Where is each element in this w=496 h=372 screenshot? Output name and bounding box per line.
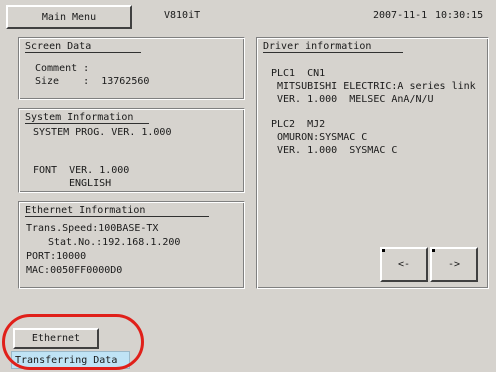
prev-page-label: <- — [397, 259, 411, 270]
driver-information-panel: Driver information PLC1 CN1 MITSUBISHI E… — [256, 37, 489, 289]
model-name: V810iT — [164, 10, 201, 21]
plc1-version: VER. 1.000 MELSEC AnA/N/U — [277, 94, 434, 105]
driver-information-title: Driver information — [263, 41, 403, 53]
ethernet-information-title: Ethernet Information — [25, 205, 209, 217]
time-display: 10:30:15 — [435, 10, 484, 21]
font-version: FONT VER. 1.000 — [33, 165, 130, 176]
system-information-title: System Information — [25, 112, 149, 124]
next-page-label: -> — [447, 259, 461, 270]
mac-address: MAC:0050FF0000D0 — [26, 265, 123, 276]
corner-mark — [432, 249, 435, 252]
size-value: Size : 13762560 — [35, 76, 150, 87]
system-information-panel: System Information SYSTEM PROG. VER. 1.0… — [18, 108, 245, 193]
port-number: PORT:10000 — [26, 251, 87, 262]
ethernet-information-panel: Ethernet Information Trans.Speed:100BASE… — [18, 201, 245, 289]
plc2-header: PLC2 MJ2 — [271, 119, 326, 130]
screen-data-panel: Screen Data Comment : Size : 13762560 — [18, 37, 245, 100]
prev-page-button[interactable]: <- — [380, 247, 428, 282]
plc1-header: PLC1 CN1 — [271, 68, 326, 79]
font-language: ENGLISH — [69, 178, 112, 189]
system-prog-version: SYSTEM PROG. VER. 1.000 — [33, 127, 172, 138]
date-display: 2007-11-1 — [373, 10, 428, 21]
plc2-maker: OMURON:SYSMAC C — [277, 132, 368, 143]
plc1-maker: MITSUBISHI ELECTRIC:A series link — [277, 81, 476, 92]
station-number: Stat.No.:192.168.1.200 — [48, 237, 181, 248]
comment-label: Comment : — [35, 63, 90, 74]
main-menu-button[interactable]: Main Menu — [6, 5, 132, 29]
corner-mark — [382, 249, 385, 252]
main-menu-label: Main Menu — [41, 11, 97, 23]
plc2-version: VER. 1.000 SYSMAC C — [277, 145, 398, 156]
screen-data-title: Screen Data — [25, 41, 141, 53]
trans-speed: Trans.Speed:100BASE-TX — [26, 223, 159, 234]
next-page-button[interactable]: -> — [430, 247, 478, 282]
highlight-ring — [2, 314, 144, 370]
